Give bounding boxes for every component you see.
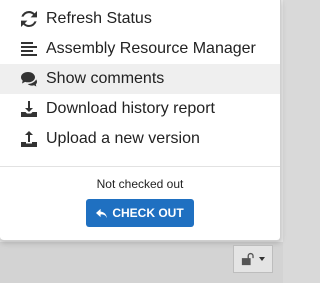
list-icon (20, 41, 38, 57)
menu-item-label: Download history report (46, 100, 215, 117)
check-out-button[interactable]: CHECK OUT (86, 199, 194, 227)
download-icon (20, 101, 38, 117)
lock-dropdown-toggle[interactable] (233, 245, 273, 273)
check-out-button-label: CHECK OUT (112, 206, 184, 220)
menu-divider (0, 166, 280, 167)
chevron-down-icon (259, 257, 265, 261)
menu-item-assembly-resource-manager[interactable]: Assembly Resource Manager (0, 34, 280, 64)
checkout-status-text: Not checked out (96, 177, 184, 191)
menu-item-show-comments[interactable]: Show comments (0, 64, 280, 94)
unlock-icon (241, 252, 254, 266)
menu-list: Refresh Status Assembly Resource Manager… (0, 0, 280, 154)
menu-item-label: Upload a new version (46, 130, 200, 147)
menu-item-label: Show comments (46, 70, 165, 87)
menu-item-upload-new-version[interactable]: Upload a new version (0, 124, 280, 154)
menu-item-download-history-report[interactable]: Download history report (0, 94, 280, 124)
menu-item-label: Assembly Resource Manager (46, 40, 256, 57)
comments-icon (20, 71, 38, 87)
upload-icon (20, 131, 38, 147)
reply-icon (96, 208, 108, 218)
version-dropdown-menu: Refresh Status Assembly Resource Manager… (0, 0, 281, 241)
checkout-button-wrap: CHECK OUT (0, 199, 280, 227)
menu-item-label: Refresh Status (46, 10, 152, 27)
refresh-icon (20, 11, 38, 27)
menu-item-refresh-status[interactable]: Refresh Status (0, 4, 280, 34)
screen: Refresh Status Assembly Resource Manager… (0, 0, 283, 283)
